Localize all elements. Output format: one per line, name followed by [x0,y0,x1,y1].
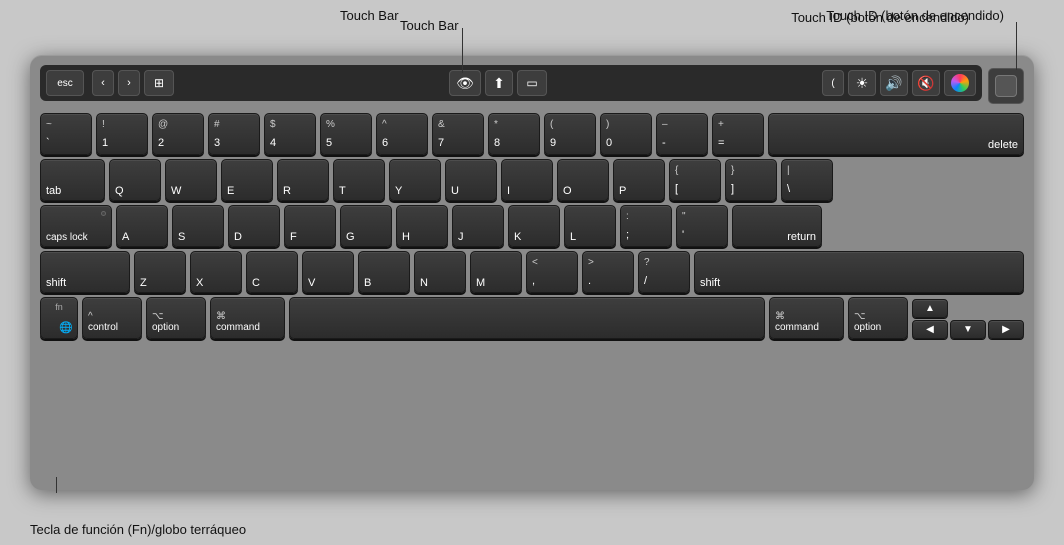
key-s[interactable]: S [172,205,224,247]
key-caps-lock[interactable]: caps lock [40,205,112,247]
key-comma[interactable]: <, [526,251,578,293]
key-backtick[interactable]: ~` [40,113,92,155]
zxcv-row: shift Z X C V B N M <, >. ?/ shift [40,251,1024,293]
key-h[interactable]: H [396,205,448,247]
fn-globe-label: Tecla de función (Fn)/globo terráqueo [30,522,246,537]
key-l[interactable]: L [564,205,616,247]
key-control[interactable]: ^control [82,297,142,339]
key-shift-right[interactable]: shift [694,251,1024,293]
tb-eye-key[interactable]: 👁 [449,70,481,96]
touch-id-annotation-line [1016,22,1017,70]
arrow-keys: ▲ ◀ ▼ ▶ [912,299,1024,339]
key-7[interactable]: &7 [432,113,484,155]
tb-back-key[interactable]: ‹ [92,70,114,96]
touch-bar-annotation-line [462,28,463,73]
keyboard-rows: ~` !1 @2 #3 $4 %5 ^6 [40,113,1024,339]
key-backslash[interactable]: |\ [781,159,833,201]
key-equals[interactable]: += [712,113,764,155]
tb-siri-key[interactable] [944,70,976,96]
key-lbracket[interactable]: {[ [669,159,721,201]
touch-id-key[interactable] [988,68,1024,104]
key-return[interactable]: return [732,205,822,247]
key-4[interactable]: $4 [264,113,316,155]
key-8[interactable]: *8 [488,113,540,155]
key-b[interactable]: B [358,251,410,293]
key-p[interactable]: P [613,159,665,201]
number-row: ~` !1 @2 #3 $4 %5 ^6 [40,113,1024,155]
key-g[interactable]: G [340,205,392,247]
key-slash[interactable]: ?/ [638,251,690,293]
key-c[interactable]: C [246,251,298,293]
tb-vol-key[interactable]: 🔊 [880,70,908,96]
tb-mute-key[interactable]: 🔇 [912,70,940,96]
key-arrow-down[interactable]: ▼ [950,320,986,339]
key-e[interactable]: E [221,159,273,201]
key-quote[interactable]: "' [676,205,728,247]
key-r[interactable]: R [277,159,329,201]
key-k[interactable]: K [508,205,560,247]
key-z[interactable]: Z [134,251,186,293]
touch-bar-label: Touch Bar [400,18,459,33]
key-semicolon[interactable]: :; [620,205,672,247]
key-space[interactable] [289,297,765,339]
tb-fwd-key[interactable]: › [118,70,140,96]
tb-paren-key[interactable]: ( [822,70,844,96]
key-arrow-left[interactable]: ◀ [912,320,948,339]
key-j[interactable]: J [452,205,504,247]
tb-bright-key[interactable]: ☀ [848,70,876,96]
key-d[interactable]: D [228,205,280,247]
key-2[interactable]: @2 [152,113,204,155]
touch-id-label: Touch ID (botón de encendido) [791,10,969,25]
key-y[interactable]: Y [389,159,441,201]
key-shift-left[interactable]: shift [40,251,130,293]
key-command-right[interactable]: ⌘command [769,297,844,339]
key-n[interactable]: N [414,251,466,293]
key-option-right[interactable]: ⌥option [848,297,908,339]
key-minus[interactable]: –- [656,113,708,155]
key-u[interactable]: U [445,159,497,201]
key-q[interactable]: Q [109,159,161,201]
key-v[interactable]: V [302,251,354,293]
bottom-row: fn 🌐 ^control ⌥option ⌘command ⌘command [40,297,1024,339]
fn-annotation-line [56,477,57,493]
key-t[interactable]: T [333,159,385,201]
key-a[interactable]: A [116,205,168,247]
tb-share-key[interactable]: ⬆ [485,70,513,96]
key-x[interactable]: X [190,251,242,293]
key-arrow-right[interactable]: ▶ [988,320,1024,339]
key-5[interactable]: %5 [320,113,372,155]
key-f[interactable]: F [284,205,336,247]
key-6[interactable]: ^6 [376,113,428,155]
key-option-left[interactable]: ⌥option [146,297,206,339]
key-fn[interactable]: fn 🌐 [40,297,78,339]
key-1[interactable]: !1 [96,113,148,155]
key-command-left[interactable]: ⌘command [210,297,285,339]
keyboard: esc ‹ › ⊞ 👁 ⬆ ▭ ( ☀ 🔊 🔇 [30,55,1034,490]
key-delete[interactable]: delete [768,113,1024,155]
touch-bar: esc ‹ › ⊞ 👁 ⬆ ▭ ( ☀ 🔊 🔇 [40,65,982,101]
esc-key[interactable]: esc [46,70,84,96]
key-9[interactable]: (9 [544,113,596,155]
key-m[interactable]: M [470,251,522,293]
touch-bar-annotation: Touch Bar [340,8,399,23]
key-w[interactable]: W [165,159,217,201]
key-3[interactable]: #3 [208,113,260,155]
key-period[interactable]: >. [582,251,634,293]
key-i[interactable]: I [501,159,553,201]
key-o[interactable]: O [557,159,609,201]
key-0[interactable]: )0 [600,113,652,155]
tb-screen-key[interactable]: ▭ [517,70,547,96]
key-tab[interactable]: tab [40,159,105,201]
tb-grid-key[interactable]: ⊞ [144,70,174,96]
key-rbracket[interactable]: }] [725,159,777,201]
asdf-row: caps lock A S D F G H J K L :; "' [40,205,1024,247]
siri-icon [951,74,969,92]
qwerty-row: tab Q W E R T Y U I O P {[ }] |\ [40,159,1024,201]
key-arrow-up[interactable]: ▲ [912,299,948,318]
